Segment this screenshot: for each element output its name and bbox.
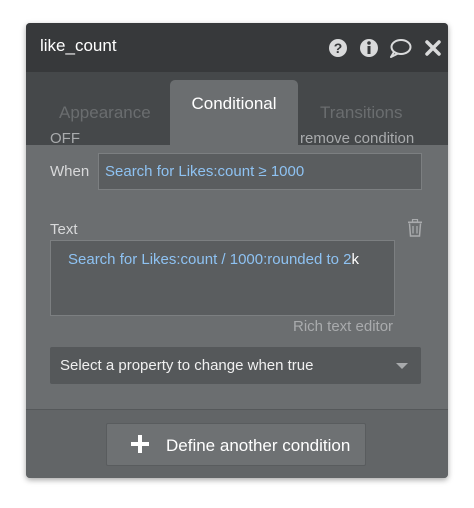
comment-icon[interactable]: [389, 38, 412, 58]
condition-status[interactable]: OFF: [50, 130, 80, 147]
panel-header: like_count ?: [26, 23, 448, 72]
define-another-condition-label: Define another condition: [166, 436, 351, 455]
when-label: When: [50, 163, 90, 180]
tab-conditional-label: Conditional: [191, 94, 277, 113]
define-another-condition-button[interactable]: Define another condition: [106, 423, 366, 466]
property-select-value: Select a property to change when true: [60, 357, 314, 374]
text-expression-editor[interactable]: Search for Likes:count / 1000:rounded to…: [50, 240, 395, 316]
conditional-editor-panel: like_count ? Appearance Transitions Cond…: [26, 23, 448, 478]
svg-text:?: ?: [334, 40, 343, 56]
trash-icon[interactable]: [407, 219, 423, 237]
help-icon[interactable]: ?: [328, 38, 348, 58]
property-select[interactable]: Select a property to change when true: [50, 347, 421, 384]
tab-transitions[interactable]: Transitions: [320, 103, 403, 123]
text-static-suffix: k: [351, 251, 360, 268]
tab-conditional[interactable]: Conditional: [170, 80, 298, 145]
close-icon[interactable]: [423, 38, 443, 58]
when-expression: Search for Likes:count ≥ 1000: [105, 163, 305, 180]
when-expression-field[interactable]: Search for Likes:count ≥ 1000: [98, 153, 422, 190]
rich-text-editor-link[interactable]: Rich text editor: [293, 318, 393, 335]
panel-footer: Define another condition: [26, 409, 448, 478]
info-icon[interactable]: [359, 38, 379, 58]
plus-icon: [129, 433, 151, 455]
text-property-label: Text: [50, 221, 78, 238]
chevron-down-icon: [396, 363, 408, 369]
panel-title: like_count: [40, 36, 117, 55]
remove-condition-link[interactable]: remove condition: [300, 130, 414, 147]
text-dynamic-expression: Search for Likes:count / 1000:rounded to…: [68, 251, 352, 268]
tab-appearance[interactable]: Appearance: [59, 103, 151, 123]
